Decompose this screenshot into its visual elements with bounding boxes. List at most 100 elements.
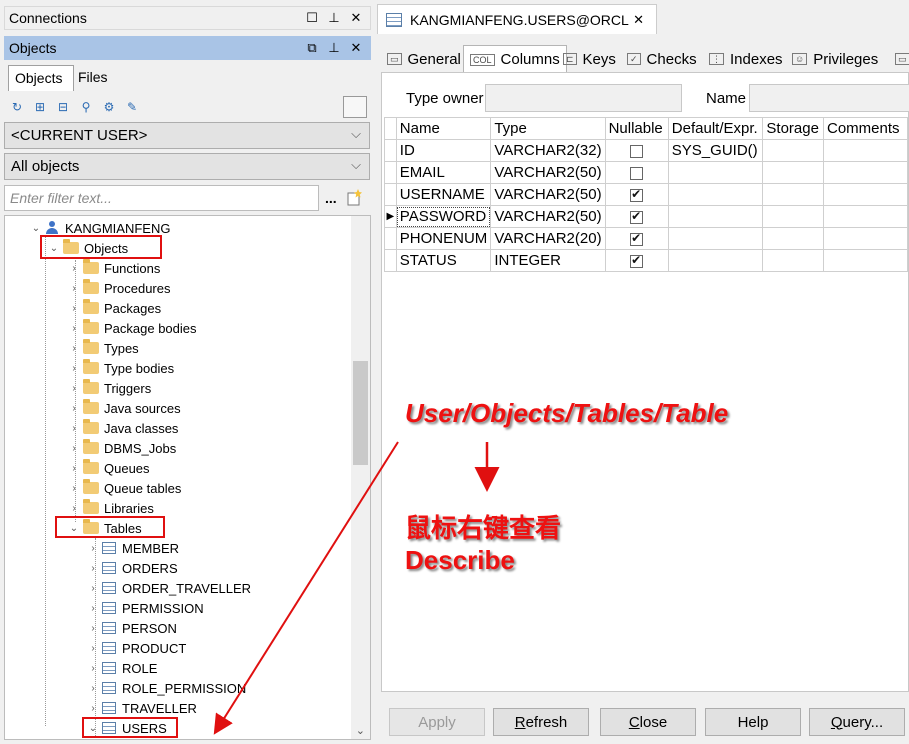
expand-arrow-icon[interactable]: ›	[69, 463, 79, 474]
cell-nullable[interactable]	[604, 249, 669, 272]
restore-icon[interactable]: ⧉	[306, 41, 318, 55]
find-icon[interactable]: ⚲	[79, 100, 93, 114]
table-item[interactable]: › ROLE	[88, 658, 157, 678]
table-item[interactable]: › ORDER_TRAVELLER	[88, 578, 251, 598]
cell-name[interactable]: STATUS	[395, 249, 492, 272]
refresh-button[interactable]: Refresh	[493, 708, 589, 736]
row-header[interactable]	[384, 227, 397, 250]
table-row[interactable]: USERNAME VARCHAR2(50)	[384, 183, 908, 206]
expand-arrow-icon[interactable]: ›	[88, 603, 98, 614]
expand-arrow-icon[interactable]: ›	[88, 683, 98, 694]
tree-item-procedures[interactable]: › Procedures	[69, 278, 170, 298]
cell-comments[interactable]	[823, 161, 908, 184]
tree-item-queues[interactable]: › Queues	[69, 458, 150, 478]
tree-item-package-bodies[interactable]: › Package bodies	[69, 318, 197, 338]
table-item[interactable]: › PERMISSION	[88, 598, 203, 618]
new-object-icon[interactable]	[347, 188, 363, 206]
cell-storage[interactable]	[762, 227, 824, 250]
expand-arrow-icon[interactable]: ›	[69, 403, 79, 414]
close-icon[interactable]: ✕	[350, 41, 362, 55]
user-select[interactable]: <CURRENT USER> ⌵	[4, 122, 370, 149]
table-item[interactable]: › ORDERS	[88, 558, 177, 578]
expand-arrow-icon[interactable]: ›	[88, 563, 98, 574]
expand-arrow-icon[interactable]: ›	[88, 663, 98, 674]
cell-type[interactable]: VARCHAR2(50)	[490, 183, 606, 206]
cell-type[interactable]: VARCHAR2(50)	[490, 161, 606, 184]
current-row-indicator-icon[interactable]: ▶	[384, 205, 397, 228]
expand-arrow-icon[interactable]: ›	[69, 343, 79, 354]
expand-arrow-icon[interactable]: ›	[69, 303, 79, 314]
cell-comments[interactable]	[823, 139, 908, 162]
tab-keys[interactable]: ⊏ Keys	[557, 45, 622, 73]
query-button[interactable]: Query...	[809, 708, 905, 736]
pin-icon[interactable]: ⊥	[328, 11, 340, 25]
row-header[interactable]	[384, 249, 397, 272]
close-icon[interactable]: ✕	[350, 11, 362, 25]
tab-indexes[interactable]: ⋮ Indexes	[703, 45, 789, 73]
expand-arrow-icon[interactable]: ›	[88, 703, 98, 714]
tree-item-type-bodies[interactable]: › Type bodies	[69, 358, 174, 378]
color-box[interactable]	[343, 96, 367, 118]
tab-overflow[interactable]: ▭	[889, 45, 909, 73]
column-header-nullable[interactable]: Nullable	[604, 117, 669, 140]
table-row[interactable]: EMAIL VARCHAR2(50)	[384, 161, 908, 184]
columns-grid[interactable]: Name Type Nullable Default/Expr. Storage…	[384, 117, 908, 272]
tab-general[interactable]: ▭ General	[381, 45, 467, 73]
tree-scrollbar[interactable]: ⌄	[351, 216, 370, 739]
column-header-storage[interactable]: Storage	[762, 117, 824, 140]
row-header[interactable]	[384, 161, 397, 184]
expand-arrow-icon[interactable]: ›	[69, 423, 79, 434]
table-row[interactable]: ID VARCHAR2(32) SYS_GUID()	[384, 139, 908, 162]
expand-all-icon[interactable]: ⊞	[33, 100, 47, 114]
tab-objects[interactable]: Objects	[8, 65, 74, 91]
expand-arrow-icon[interactable]: ›	[69, 383, 79, 394]
document-tab[interactable]: KANGMIANFENG.USERS@ORCL ✕	[377, 4, 657, 34]
cell-nullable[interactable]	[604, 139, 669, 162]
cell-comments[interactable]	[823, 227, 908, 250]
table-row[interactable]: PHONENUM VARCHAR2(20)	[384, 227, 908, 250]
expand-arrow-icon[interactable]: ›	[69, 263, 79, 274]
cell-default[interactable]	[667, 183, 764, 206]
table-item[interactable]: › PRODUCT	[88, 638, 186, 658]
cell-storage[interactable]	[762, 205, 824, 228]
close-button[interactable]: Close	[600, 708, 696, 736]
table-row-current[interactable]: ▶ PASSWORD VARCHAR2(50)	[384, 205, 908, 228]
cell-type[interactable]: INTEGER	[490, 249, 606, 272]
tree-item-dbms-jobs[interactable]: › DBMS_Jobs	[69, 438, 176, 458]
column-header-comments[interactable]: Comments	[823, 117, 908, 140]
cell-storage[interactable]	[762, 139, 824, 162]
scroll-down-icon[interactable]: ⌄	[356, 724, 365, 737]
expand-arrow-icon[interactable]: ›	[88, 543, 98, 554]
cell-comments[interactable]	[823, 183, 908, 206]
expand-arrow-icon[interactable]: ›	[88, 643, 98, 654]
cell-name[interactable]: PHONENUM	[395, 227, 492, 250]
object-tree[interactable]: ⌄ KANGMIANFENG ⌄ Objects › Functions › Pro…	[4, 215, 371, 740]
tree-item-java-classes[interactable]: › Java classes	[69, 418, 178, 438]
tab-files[interactable]: Files	[72, 65, 114, 91]
cell-type[interactable]: VARCHAR2(20)	[490, 227, 606, 250]
cell-default[interactable]	[667, 205, 764, 228]
column-header-default[interactable]: Default/Expr.	[667, 117, 764, 140]
cell-default[interactable]	[667, 161, 764, 184]
column-header-type[interactable]: Type	[490, 117, 606, 140]
cell-nullable[interactable]	[604, 205, 669, 228]
table-row[interactable]: STATUS INTEGER	[384, 249, 908, 272]
tree-item-queue-tables[interactable]: › Queue tables	[69, 478, 181, 498]
tab-privileges[interactable]: ☺ Privileges	[786, 45, 884, 73]
cell-nullable[interactable]	[604, 183, 669, 206]
pin-icon[interactable]: ⊥	[328, 41, 340, 55]
tab-columns[interactable]: COL Columns	[463, 45, 567, 73]
expand-arrow-icon[interactable]: ›	[69, 323, 79, 334]
cell-comments[interactable]	[823, 205, 908, 228]
column-header-name[interactable]: Name	[395, 117, 492, 140]
cell-type[interactable]: VARCHAR2(50)	[490, 205, 606, 228]
cell-storage[interactable]	[762, 249, 824, 272]
cell-name[interactable]: PASSWORD	[395, 205, 492, 228]
table-item[interactable]: › MEMBER	[88, 538, 179, 558]
maximize-icon[interactable]: ☐	[306, 11, 318, 25]
cell-default[interactable]	[667, 227, 764, 250]
cell-nullable[interactable]	[604, 161, 669, 184]
tree-item-libraries[interactable]: › Libraries	[69, 498, 154, 518]
expand-arrow-icon[interactable]: ›	[88, 623, 98, 634]
expand-arrow-icon[interactable]: ›	[69, 503, 79, 514]
